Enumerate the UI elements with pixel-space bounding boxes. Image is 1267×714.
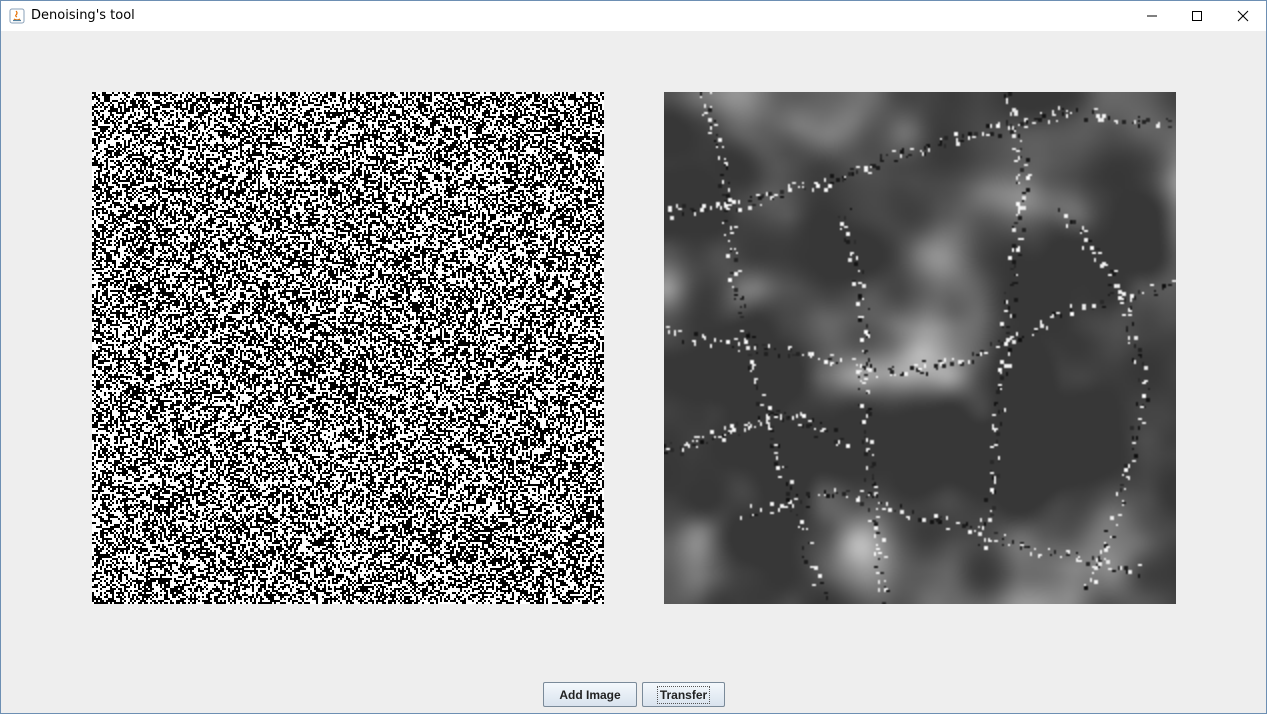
transfer-button[interactable]: Transfer	[642, 682, 725, 707]
transfer-label: Transfer	[656, 685, 711, 704]
content-panel: Add Image Transfer	[1, 31, 1266, 713]
noise-canvas	[92, 92, 604, 604]
app-window: Denoising's tool Add Image Transfer	[0, 0, 1267, 714]
cloud-canvas	[664, 92, 1176, 604]
denoised-output-image	[664, 92, 1176, 604]
noisy-input-image	[92, 92, 604, 604]
minimize-icon	[1147, 15, 1157, 17]
add-image-button[interactable]: Add Image	[543, 682, 637, 707]
close-icon	[1237, 10, 1249, 22]
java-app-icon	[9, 8, 25, 24]
maximize-icon	[1192, 11, 1202, 21]
add-image-label: Add Image	[559, 687, 621, 702]
window-title: Denoising's tool	[31, 8, 135, 23]
minimize-button[interactable]	[1129, 1, 1175, 31]
title-bar[interactable]: Denoising's tool	[1, 1, 1266, 31]
maximize-button[interactable]	[1174, 1, 1220, 31]
close-button[interactable]	[1220, 1, 1266, 31]
